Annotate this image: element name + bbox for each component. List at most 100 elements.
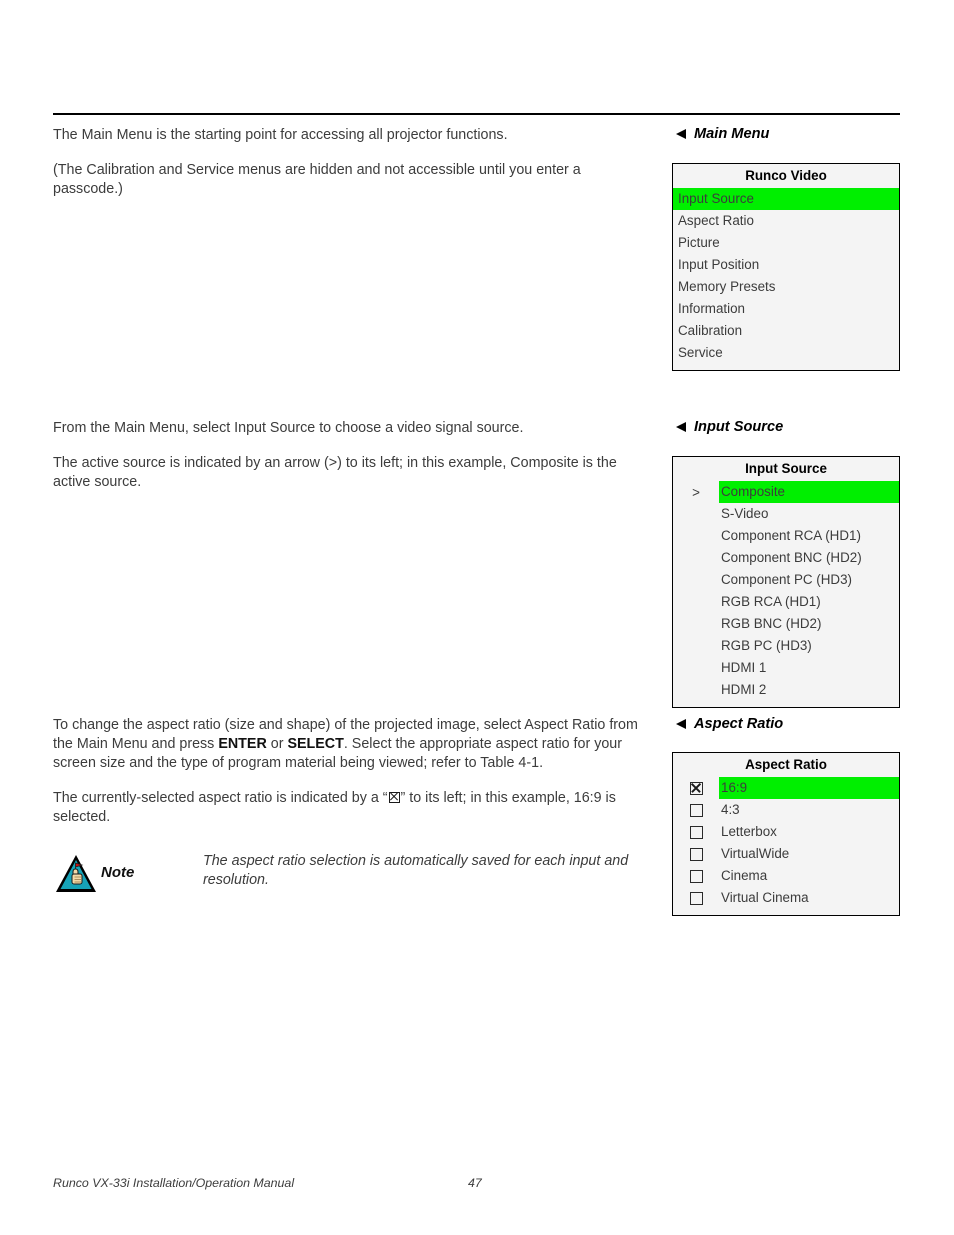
osd-menu-item-label: 4:3 <box>721 802 740 818</box>
osd-gutter-empty <box>673 657 719 679</box>
osd-menu-item[interactable]: Input Position <box>673 254 899 276</box>
input-source-text-block: From the Main Menu, select Input Source … <box>53 419 653 508</box>
osd-bottom-pad <box>673 364 899 370</box>
osd-menu-item-label: RGB PC (HD3) <box>721 638 812 654</box>
osd-menu-item-label: Aspect Ratio <box>678 213 754 229</box>
select-keyword: SELECT <box>287 736 344 752</box>
osd-checkbox[interactable] <box>673 865 719 887</box>
osd-checkbox[interactable] <box>673 821 719 843</box>
osd-bottom-pad <box>673 701 899 707</box>
enter-keyword: ENTER <box>218 736 267 752</box>
osd-menu-item-label: Picture <box>678 235 720 251</box>
osd-menu-item-label: 16:9 <box>719 777 899 799</box>
main-menu-row-list: Input Source Aspect Ratio Picture Input Pos… <box>673 188 899 364</box>
osd-menu-item[interactable]: Input Source <box>673 188 899 210</box>
osd-bottom-pad <box>673 909 899 915</box>
osd-menu-item[interactable]: Component BNC (HD2) <box>673 547 899 569</box>
osd-menu-item[interactable]: > Composite <box>673 481 899 503</box>
triangle-left-icon <box>676 129 686 139</box>
osd-title: Aspect Ratio <box>673 753 899 777</box>
note-triangle-hand-icon <box>53 852 99 896</box>
aspect-ratio-row-list: 16:9 4:3 Letterbox VirtualWide Cinema Virtual… <box>673 777 899 909</box>
osd-menu-item-label: Component RCA (HD1) <box>721 528 861 544</box>
osd-menu-item-label: Component BNC (HD2) <box>721 550 862 566</box>
osd-menu-item[interactable]: Information <box>673 298 899 320</box>
osd-gutter-empty <box>673 569 719 591</box>
osd-menu-item[interactable]: S-Video <box>673 503 899 525</box>
osd-menu-item[interactable]: Memory Presets <box>673 276 899 298</box>
osd-menu-item[interactable]: RGB BNC (HD2) <box>673 613 899 635</box>
triangle-left-icon <box>676 719 686 729</box>
aspect-ratio-heading: Aspect Ratio <box>676 716 783 732</box>
note-label: Note <box>101 864 135 881</box>
osd-menu-item-label: Service <box>678 345 723 361</box>
osd-checkbox[interactable] <box>673 799 719 821</box>
osd-menu-item-label: Cinema <box>721 868 768 884</box>
osd-menu-item-label: Composite <box>719 481 899 503</box>
aspect-p2-part-a: The currently-selected aspect ratio is i… <box>53 790 388 806</box>
osd-menu-item[interactable]: VirtualWide <box>673 843 899 865</box>
aspect-ratio-paragraph-1: To change the aspect ratio (size and sha… <box>53 716 653 773</box>
main-menu-heading-label: Main Menu <box>694 126 770 142</box>
osd-menu-item-label: Virtual Cinema <box>721 890 809 906</box>
osd-menu-item-label: Input Position <box>678 257 760 273</box>
checkbox-checked-icon <box>689 781 703 795</box>
checked-box-x-icon <box>388 792 400 803</box>
page-top-rule <box>53 113 900 115</box>
footer-manual-title: Runco VX-33i Installation/Operation Manu… <box>53 1176 295 1190</box>
osd-menu-item-label: Letterbox <box>721 824 777 840</box>
osd-gutter-empty <box>673 525 719 547</box>
osd-checkbox[interactable] <box>673 777 719 799</box>
osd-menu-item-label: S-Video <box>721 506 769 522</box>
osd-checkbox[interactable] <box>673 887 719 909</box>
osd-menu-item[interactable]: RGB RCA (HD1) <box>673 591 899 613</box>
osd-menu-item[interactable]: Letterbox <box>673 821 899 843</box>
main-menu-osd-panel: Runco Video Input Source Aspect Ratio Pict… <box>672 163 900 371</box>
osd-menu-item[interactable]: Component PC (HD3) <box>673 569 899 591</box>
active-source-arrow-icon: > <box>692 484 700 500</box>
note-text: The aspect ratio selection is automatica… <box>203 853 629 888</box>
input-source-paragraph-1: From the Main Menu, select Input Source … <box>53 420 524 436</box>
osd-menu-item[interactable]: Cinema <box>673 865 899 887</box>
input-source-heading-label: Input Source <box>694 419 784 435</box>
main-menu-paragraph-1: The Main Menu is the starting point for … <box>53 127 508 143</box>
osd-title: Runco Video <box>673 164 899 188</box>
osd-menu-item[interactable]: HDMI 1 <box>673 657 899 679</box>
osd-menu-item[interactable]: Service <box>673 342 899 364</box>
osd-menu-item[interactable]: Virtual Cinema <box>673 887 899 909</box>
main-menu-heading: Main Menu <box>676 126 769 142</box>
osd-menu-item[interactable]: RGB PC (HD3) <box>673 635 899 657</box>
osd-menu-item-label: Memory Presets <box>678 279 776 295</box>
checkbox-unchecked-icon <box>689 869 703 883</box>
osd-menu-item-label: HDMI 1 <box>721 660 767 676</box>
osd-menu-item[interactable]: HDMI 2 <box>673 679 899 701</box>
checkbox-unchecked-icon <box>689 803 703 817</box>
osd-gutter-empty <box>673 613 719 635</box>
osd-menu-item[interactable]: 16:9 <box>673 777 899 799</box>
osd-menu-item[interactable]: Component RCA (HD1) <box>673 525 899 547</box>
input-source-row-list: > Composite S-Video Component RCA (HD1) Comp… <box>673 481 899 701</box>
osd-gutter-empty <box>673 635 719 657</box>
input-source-heading: Input Source <box>676 419 783 435</box>
osd-menu-item[interactable]: Calibration <box>673 320 899 342</box>
osd-menu-item[interactable]: 4:3 <box>673 799 899 821</box>
osd-menu-item-label: HDMI 2 <box>721 682 767 698</box>
osd-gutter-empty <box>673 679 719 701</box>
osd-gutter-empty <box>673 503 719 525</box>
osd-checkbox[interactable] <box>673 843 719 865</box>
checkbox-unchecked-icon <box>689 847 703 861</box>
osd-gutter-empty <box>673 591 719 613</box>
checkbox-unchecked-icon <box>689 891 703 905</box>
osd-menu-item-label: RGB BNC (HD2) <box>721 616 822 632</box>
osd-title: Input Source <box>673 457 899 481</box>
checkbox-unchecked-icon <box>689 825 703 839</box>
osd-menu-item-label: Calibration <box>678 323 743 339</box>
aspect-ratio-paragraph-2: The currently-selected aspect ratio is i… <box>53 789 653 827</box>
input-source-osd-panel: Input Source > Composite S-Video Component … <box>672 456 900 708</box>
osd-menu-item[interactable]: Picture <box>673 232 899 254</box>
osd-menu-item[interactable]: Aspect Ratio <box>673 210 899 232</box>
osd-menu-item-label: Input Source <box>673 188 899 210</box>
aspect-ratio-heading-label: Aspect Ratio <box>694 716 784 732</box>
manual-page: The Main Menu is the starting point for … <box>0 0 954 1235</box>
aspect-ratio-text-block: To change the aspect ratio (size and sha… <box>53 716 653 843</box>
